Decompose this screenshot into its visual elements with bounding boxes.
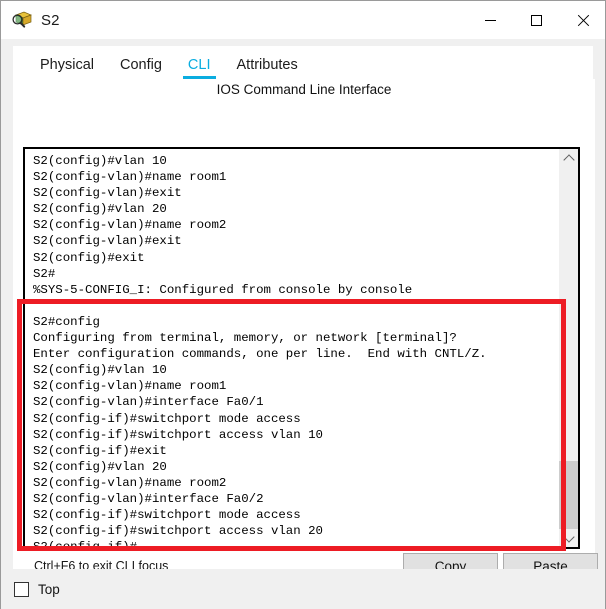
cli-panel-title: IOS Command Line Interface xyxy=(216,82,392,97)
terminal-line: S2(config)#vlan 10 xyxy=(33,363,167,378)
title-bar-left: S2 xyxy=(1,10,60,30)
terminal-line: Enter configuration commands, one per li… xyxy=(33,347,487,362)
window-content: Physical Config CLI Attributes IOS Comma… xyxy=(1,39,605,609)
chevron-down-icon xyxy=(562,530,575,543)
terminal-line: S2(config-if)#switchport access vlan 10 xyxy=(33,427,323,442)
terminal-line: S2(config-vlan)#name room1 xyxy=(33,379,227,394)
terminal-line: S2(config-vlan)#interface Fa0/2 xyxy=(33,491,264,506)
terminal-line: S2(config-vlan)#interface Fa0/1 xyxy=(33,395,264,410)
tab-physical[interactable]: Physical xyxy=(27,57,107,80)
terminal-line: S2(config-if)#exit xyxy=(33,443,167,458)
terminal-output[interactable]: S2(config)#vlan 10 S2(config-vlan)#name r… xyxy=(25,149,559,547)
terminal-line: S2(config-vlan)#name room1 xyxy=(33,170,227,185)
terminal-line: S2(config)#vlan 20 xyxy=(33,202,167,217)
terminal-line: S2(config-if)#switchport mode access xyxy=(33,508,301,523)
terminal-frame: S2(config)#vlan 10 S2(config-vlan)#name r… xyxy=(23,147,580,549)
terminal-line: S2(config-if)#switchport access vlan 20 xyxy=(33,524,323,539)
terminal-line: S2(config-vlan)#name room2 xyxy=(33,475,227,490)
tab-config[interactable]: Config xyxy=(107,57,175,80)
bottom-bar: Top xyxy=(1,569,605,609)
scroll-down-button[interactable] xyxy=(559,529,578,547)
cli-panel: IOS Command Line Interface S2(config)#vl… xyxy=(13,79,598,580)
minimize-button[interactable] xyxy=(467,1,513,39)
window-title: S2 xyxy=(41,11,60,29)
device-properties-window: S2 Physical Config CLI Attributes IOS Co… xyxy=(0,0,606,609)
tab-bar: Physical Config CLI Attributes xyxy=(13,46,593,79)
tab-attributes[interactable]: Attributes xyxy=(224,57,311,80)
scroll-up-button[interactable] xyxy=(559,149,578,167)
terminal-line: S2(config)#vlan 10 xyxy=(33,154,167,168)
terminal-line: S2(config)#vlan 20 xyxy=(33,459,167,474)
terminal-line: %SYS-5-CONFIG_I: Configured from console… xyxy=(33,282,413,297)
close-button[interactable] xyxy=(559,1,605,39)
window-controls xyxy=(467,1,605,39)
terminal-line: S2(config-if)#switchport mode access xyxy=(33,411,301,426)
terminal-line: S2(config)#exit xyxy=(33,250,145,265)
scrollbar-thumb[interactable] xyxy=(559,461,578,529)
terminal-scrollbar[interactable] xyxy=(559,149,578,547)
top-checkbox[interactable] xyxy=(14,581,29,597)
maximize-icon xyxy=(530,14,542,26)
terminal-line: S2(config-vlan)#exit xyxy=(33,186,182,201)
terminal-line: Configuring from terminal, memory, or ne… xyxy=(33,331,457,346)
top-checkbox-label: Top xyxy=(38,581,60,597)
close-icon xyxy=(576,14,589,27)
minimize-icon xyxy=(484,19,496,21)
terminal-line: S2(config-vlan)#name room2 xyxy=(33,218,227,233)
chevron-up-icon xyxy=(562,153,575,166)
terminal-line: S2(config-if)# xyxy=(33,539,559,547)
tab-cli[interactable]: CLI xyxy=(175,57,224,80)
maximize-button[interactable] xyxy=(513,1,559,39)
packet-tracer-switch-icon xyxy=(12,10,32,30)
terminal-line: S2#config xyxy=(33,314,100,329)
terminal-line: S2(config-vlan)#exit xyxy=(33,234,182,249)
title-bar: S2 xyxy=(1,1,605,39)
terminal-line: S2# xyxy=(33,266,56,281)
